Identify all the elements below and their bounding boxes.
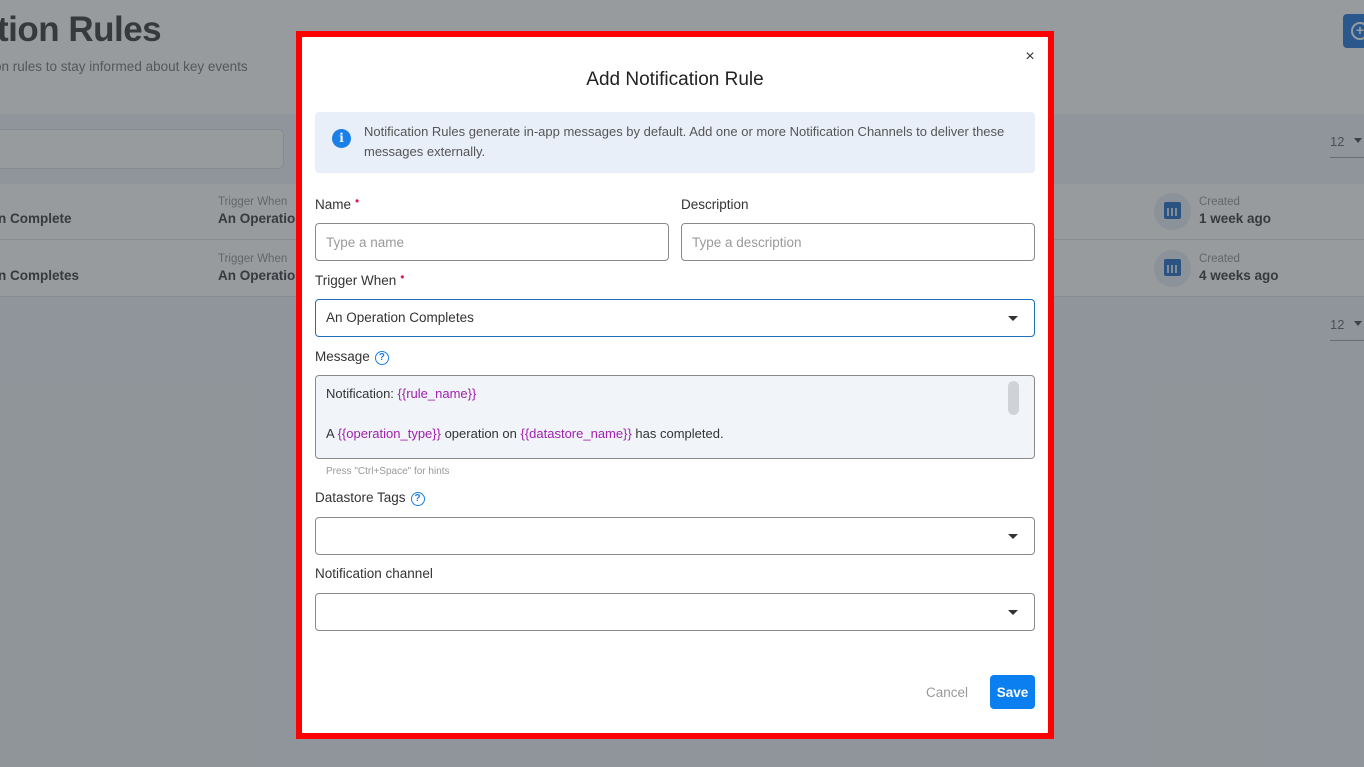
trigger-when-label: Trigger When • xyxy=(315,270,405,288)
datastore-tags-label: Datastore Tags? xyxy=(315,490,425,506)
help-icon[interactable]: ? xyxy=(410,492,425,506)
info-text: Notification Rules generate in-app messa… xyxy=(364,124,1005,159)
info-banner: i Notification Rules generate in-app mes… xyxy=(315,112,1035,173)
required-indicator: • xyxy=(400,270,405,284)
notification-channel-select[interactable] xyxy=(315,593,1035,631)
name-input[interactable] xyxy=(315,223,669,261)
caret-down-icon xyxy=(1008,610,1018,615)
notification-channel-label: Notification channel xyxy=(315,566,433,581)
caret-down-icon xyxy=(1008,534,1018,539)
message-scrollbar[interactable] xyxy=(1008,381,1019,415)
template-variable: {{operation_type}} xyxy=(337,426,441,441)
required-indicator: • xyxy=(355,194,360,208)
close-icon[interactable]: × xyxy=(1022,49,1038,65)
message-line-1: Notification: {{rule_name}} xyxy=(326,386,477,401)
save-button[interactable]: Save xyxy=(990,675,1035,709)
description-label: Description xyxy=(681,197,749,212)
info-icon: i xyxy=(332,129,351,148)
message-line-2: A {{operation_type}} operation on {{data… xyxy=(326,426,724,441)
message-editor[interactable]: Notification: {{rule_name}} A {{operatio… xyxy=(315,375,1035,459)
cancel-button[interactable]: Cancel xyxy=(916,675,978,709)
description-input[interactable] xyxy=(681,223,1035,261)
message-label: Message? xyxy=(315,349,389,365)
caret-down-icon xyxy=(1008,316,1018,321)
trigger-when-value: An Operation Completes xyxy=(326,310,474,325)
help-icon[interactable]: ? xyxy=(374,351,389,365)
name-label: Name • xyxy=(315,194,360,212)
trigger-when-select[interactable]: An Operation Completes xyxy=(315,299,1035,337)
message-hint: Press "Ctrl+Space" for hints xyxy=(326,466,450,477)
modal-highlight-frame: × Add Notification Rule i Notification R… xyxy=(296,31,1054,739)
add-notification-rule-dialog: × Add Notification Rule i Notification R… xyxy=(302,37,1048,733)
datastore-tags-select[interactable] xyxy=(315,517,1035,555)
dialog-title: Add Notification Rule xyxy=(586,69,764,90)
template-variable: {{rule_name}} xyxy=(397,386,477,401)
template-variable: {{datastore_name}} xyxy=(520,426,632,441)
